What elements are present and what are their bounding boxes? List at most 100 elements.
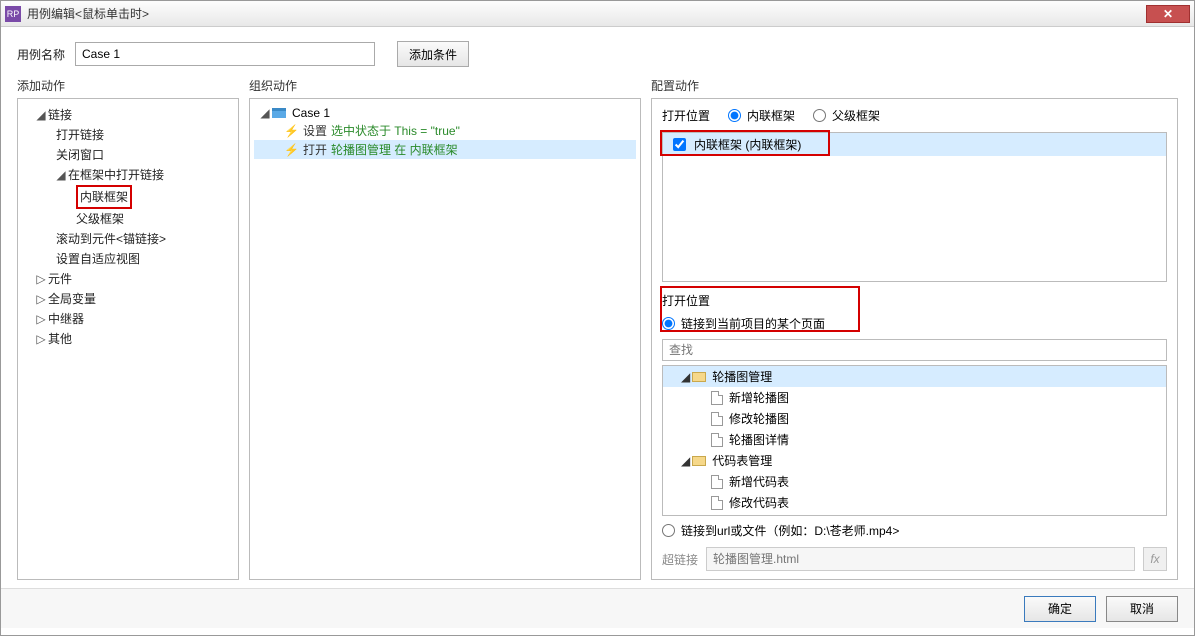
tree-adaptive-view-label: 设置自适应视图 bbox=[56, 249, 140, 269]
page-code-mgmt[interactable]: ◢代码表管理 bbox=[663, 450, 1166, 471]
page-carousel-mgmt[interactable]: ◢轮播图管理 bbox=[663, 366, 1166, 387]
page-carousel-detail[interactable]: 轮播图详情 bbox=[663, 429, 1166, 450]
tree-global-vars-label: 全局变量 bbox=[48, 289, 96, 309]
tree-links-label: 链接 bbox=[48, 105, 72, 125]
radio-link-to-url-label: 链接到url或文件（例如：D:\苍老师.mp4> bbox=[681, 522, 899, 539]
action2-detail: 轮播图管理 在 内联框架 bbox=[331, 141, 458, 158]
search-box bbox=[662, 339, 1167, 361]
tree-inline-frame[interactable]: 内联框架 bbox=[22, 185, 234, 209]
search-input[interactable] bbox=[662, 339, 1167, 361]
case-name-label: 用例名称 bbox=[17, 46, 65, 63]
radio-parent-frame[interactable]: 父级框架 bbox=[813, 107, 880, 124]
radio-link-to-url[interactable]: 链接到url或文件（例如：D:\苍老师.mp4> bbox=[662, 522, 899, 539]
fx-button[interactable]: fx bbox=[1143, 547, 1167, 571]
radio-link-to-url-input[interactable] bbox=[662, 524, 675, 537]
add-action-panel: ◢链接 打开链接 关闭窗口 ◢在框架中打开链接 内联框架 父级框架 滚动到元件<… bbox=[17, 98, 239, 580]
page-edit-code-label: 修改代码表 bbox=[729, 494, 789, 511]
case-node[interactable]: ◢ Case 1 bbox=[254, 105, 636, 121]
folder-icon bbox=[272, 108, 286, 118]
cancel-button[interactable]: 取消 bbox=[1106, 596, 1178, 622]
page-tree[interactable]: ◢轮播图管理 新增轮播图 修改轮播图 轮播图详情 ◢代码表管理 新增代码表 修改… bbox=[662, 365, 1167, 516]
tree-global-vars[interactable]: ▷全局变量 bbox=[22, 289, 234, 309]
case-name-input[interactable] bbox=[75, 42, 375, 66]
folder-icon bbox=[692, 372, 706, 382]
tree-open-link[interactable]: 打开链接 bbox=[22, 125, 234, 145]
page-icon bbox=[711, 496, 723, 510]
tree-adaptive-view[interactable]: 设置自适应视图 bbox=[22, 249, 234, 269]
page-edit-carousel-label: 修改轮播图 bbox=[729, 410, 789, 427]
radio-parent-frame-label: 父级框架 bbox=[832, 107, 880, 124]
tree-widgets-label: 元件 bbox=[48, 269, 72, 289]
radio-link-to-page-input[interactable] bbox=[662, 317, 675, 330]
inline-frame-item[interactable]: 内联框架 (内联框架) bbox=[663, 133, 1166, 156]
ok-button[interactable]: 确定 bbox=[1024, 596, 1096, 622]
tree-repeater[interactable]: ▷中继器 bbox=[22, 309, 234, 329]
radio-inline-frame-label: 内联框架 bbox=[747, 107, 795, 124]
organize-action-label: 组织动作 bbox=[249, 77, 651, 94]
add-condition-button[interactable]: 添加条件 bbox=[397, 41, 469, 67]
titlebar: RP 用例编辑<鼠标单击时> ✕ bbox=[1, 1, 1194, 27]
page-icon bbox=[711, 475, 723, 489]
tree-open-in-frame-label: 在框架中打开链接 bbox=[68, 165, 164, 185]
inline-frame-checkbox[interactable] bbox=[673, 138, 686, 151]
page-carousel-detail-label: 轮播图详情 bbox=[729, 431, 789, 448]
page-carousel-mgmt-label: 轮播图管理 bbox=[712, 368, 772, 385]
open-position-label: 打开位置 bbox=[662, 107, 710, 124]
footer: 确定 取消 bbox=[1, 588, 1194, 628]
page-edit-carousel[interactable]: 修改轮播图 bbox=[663, 408, 1166, 429]
page-icon bbox=[711, 391, 723, 405]
app-icon: RP bbox=[5, 6, 21, 22]
page-edit-code[interactable]: 修改代码表 bbox=[663, 492, 1166, 513]
organize-action-panel: ◢ Case 1 ⚡ 设置 选中状态于 This = "true" ⚡ 打开 轮… bbox=[249, 98, 641, 580]
hyperlink-input[interactable] bbox=[706, 547, 1135, 571]
tree-inline-frame-label: 内联框架 bbox=[76, 185, 132, 209]
window: RP 用例编辑<鼠标单击时> ✕ 用例名称 添加条件 添加动作 组织动作 配置动… bbox=[0, 0, 1195, 636]
close-button[interactable]: ✕ bbox=[1146, 5, 1190, 23]
page-add-carousel[interactable]: 新增轮播图 bbox=[663, 387, 1166, 408]
tree-repeater-label: 中继器 bbox=[48, 309, 84, 329]
page-code-mgmt-label: 代码表管理 bbox=[712, 452, 772, 469]
radio-inline-frame-input[interactable] bbox=[728, 109, 741, 122]
radio-link-to-page[interactable]: 链接到当前项目的某个页面 bbox=[662, 315, 825, 332]
action1-label: 设置 bbox=[303, 122, 327, 139]
page-add-carousel-label: 新增轮播图 bbox=[729, 389, 789, 406]
page-add-code[interactable]: 新增代码表 bbox=[663, 471, 1166, 492]
open-position-row: 打开位置 内联框架 父级框架 bbox=[652, 99, 1177, 132]
page-icon bbox=[711, 412, 723, 426]
bolt-icon: ⚡ bbox=[284, 143, 299, 157]
tree-parent-frame-label: 父级框架 bbox=[76, 209, 124, 229]
bolt-icon: ⚡ bbox=[284, 124, 299, 138]
page-add-code-label: 新增代码表 bbox=[729, 473, 789, 490]
tree-links[interactable]: ◢链接 bbox=[22, 105, 234, 125]
action1-detail: 选中状态于 This = "true" bbox=[331, 122, 460, 139]
top-row: 用例名称 添加条件 bbox=[1, 27, 1194, 77]
radio-parent-frame-input[interactable] bbox=[813, 109, 826, 122]
open-position-section-label: 打开位置 bbox=[662, 292, 1167, 309]
tree-other-label: 其他 bbox=[48, 329, 72, 349]
page-icon bbox=[711, 433, 723, 447]
open-position-section: 打开位置 链接到当前项目的某个页面 bbox=[652, 282, 1177, 337]
configure-action-panel: 打开位置 内联框架 父级框架 内联框架 (内联框架) 打开位置 链接到当前项目的… bbox=[651, 98, 1178, 580]
action-tree: ◢链接 打开链接 关闭窗口 ◢在框架中打开链接 内联框架 父级框架 滚动到元件<… bbox=[18, 99, 238, 355]
radio-inline-frame[interactable]: 内联框架 bbox=[728, 107, 795, 124]
tree-widgets[interactable]: ▷元件 bbox=[22, 269, 234, 289]
inline-frame-list[interactable]: 内联框架 (内联框架) bbox=[662, 132, 1167, 282]
tree-other[interactable]: ▷其他 bbox=[22, 329, 234, 349]
tree-open-in-frame[interactable]: ◢在框架中打开链接 bbox=[22, 165, 234, 185]
window-title: 用例编辑<鼠标单击时> bbox=[27, 5, 1146, 22]
tree-parent-frame[interactable]: 父级框架 bbox=[22, 209, 234, 229]
section-labels: 添加动作 组织动作 配置动作 bbox=[1, 77, 1194, 98]
radio-link-to-page-label: 链接到当前项目的某个页面 bbox=[681, 315, 825, 332]
tree-scroll-anchor[interactable]: 滚动到元件<锚链接> bbox=[22, 229, 234, 249]
action-row-2[interactable]: ⚡ 打开 轮播图管理 在 内联框架 bbox=[254, 140, 636, 159]
case-node-label: Case 1 bbox=[292, 106, 330, 120]
main-row: ◢链接 打开链接 关闭窗口 ◢在框架中打开链接 内联框架 父级框架 滚动到元件<… bbox=[1, 98, 1194, 588]
action-row-1[interactable]: ⚡ 设置 选中状态于 This = "true" bbox=[254, 121, 636, 140]
inline-frame-item-label: 内联框架 (内联框架) bbox=[694, 136, 801, 153]
tree-open-link-label: 打开链接 bbox=[56, 125, 104, 145]
configure-action-label: 配置动作 bbox=[651, 77, 1178, 94]
tree-close-window-label: 关闭窗口 bbox=[56, 145, 104, 165]
folder-icon bbox=[692, 456, 706, 466]
tree-close-window[interactable]: 关闭窗口 bbox=[22, 145, 234, 165]
tree-scroll-anchor-label: 滚动到元件<锚链接> bbox=[56, 229, 166, 249]
